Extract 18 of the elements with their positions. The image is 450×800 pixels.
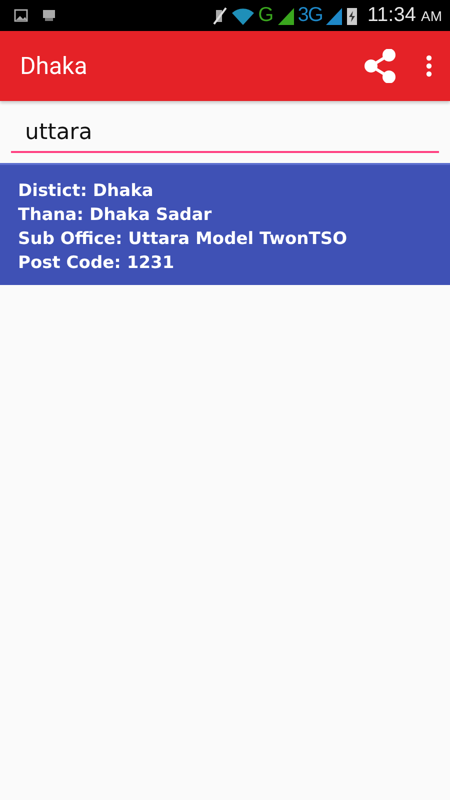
result-text: Post Code: 1231 [18, 252, 176, 275]
signal-icon [325, 6, 344, 24]
app-title: Dhaka [20, 52, 88, 80]
battery-icon [346, 6, 358, 26]
network-type: G [258, 4, 274, 27]
monitor-icon [42, 9, 56, 22]
clock-time: 11:34 [367, 4, 416, 27]
mute-icon [212, 6, 228, 26]
result-text: Sub Office: Uttara Model TwonTSO [18, 228, 348, 251]
result-text: Thana: Dhaka Sadar [18, 204, 213, 227]
search-field[interactable]: uttara [11, 117, 439, 153]
network-type: 3G [298, 4, 322, 27]
wifi-icon [231, 6, 256, 26]
result-text: Distict: Dhaka [18, 180, 154, 203]
signal-icon [276, 6, 295, 24]
image-icon [14, 9, 28, 22]
clock-meridiem: AM [421, 8, 442, 24]
result-item[interactable]: Distict: Dhaka Thana: Dhaka Sadar Sub Office: Uttara Model TwonTSO Post Code: 1231 [0, 163, 450, 285]
